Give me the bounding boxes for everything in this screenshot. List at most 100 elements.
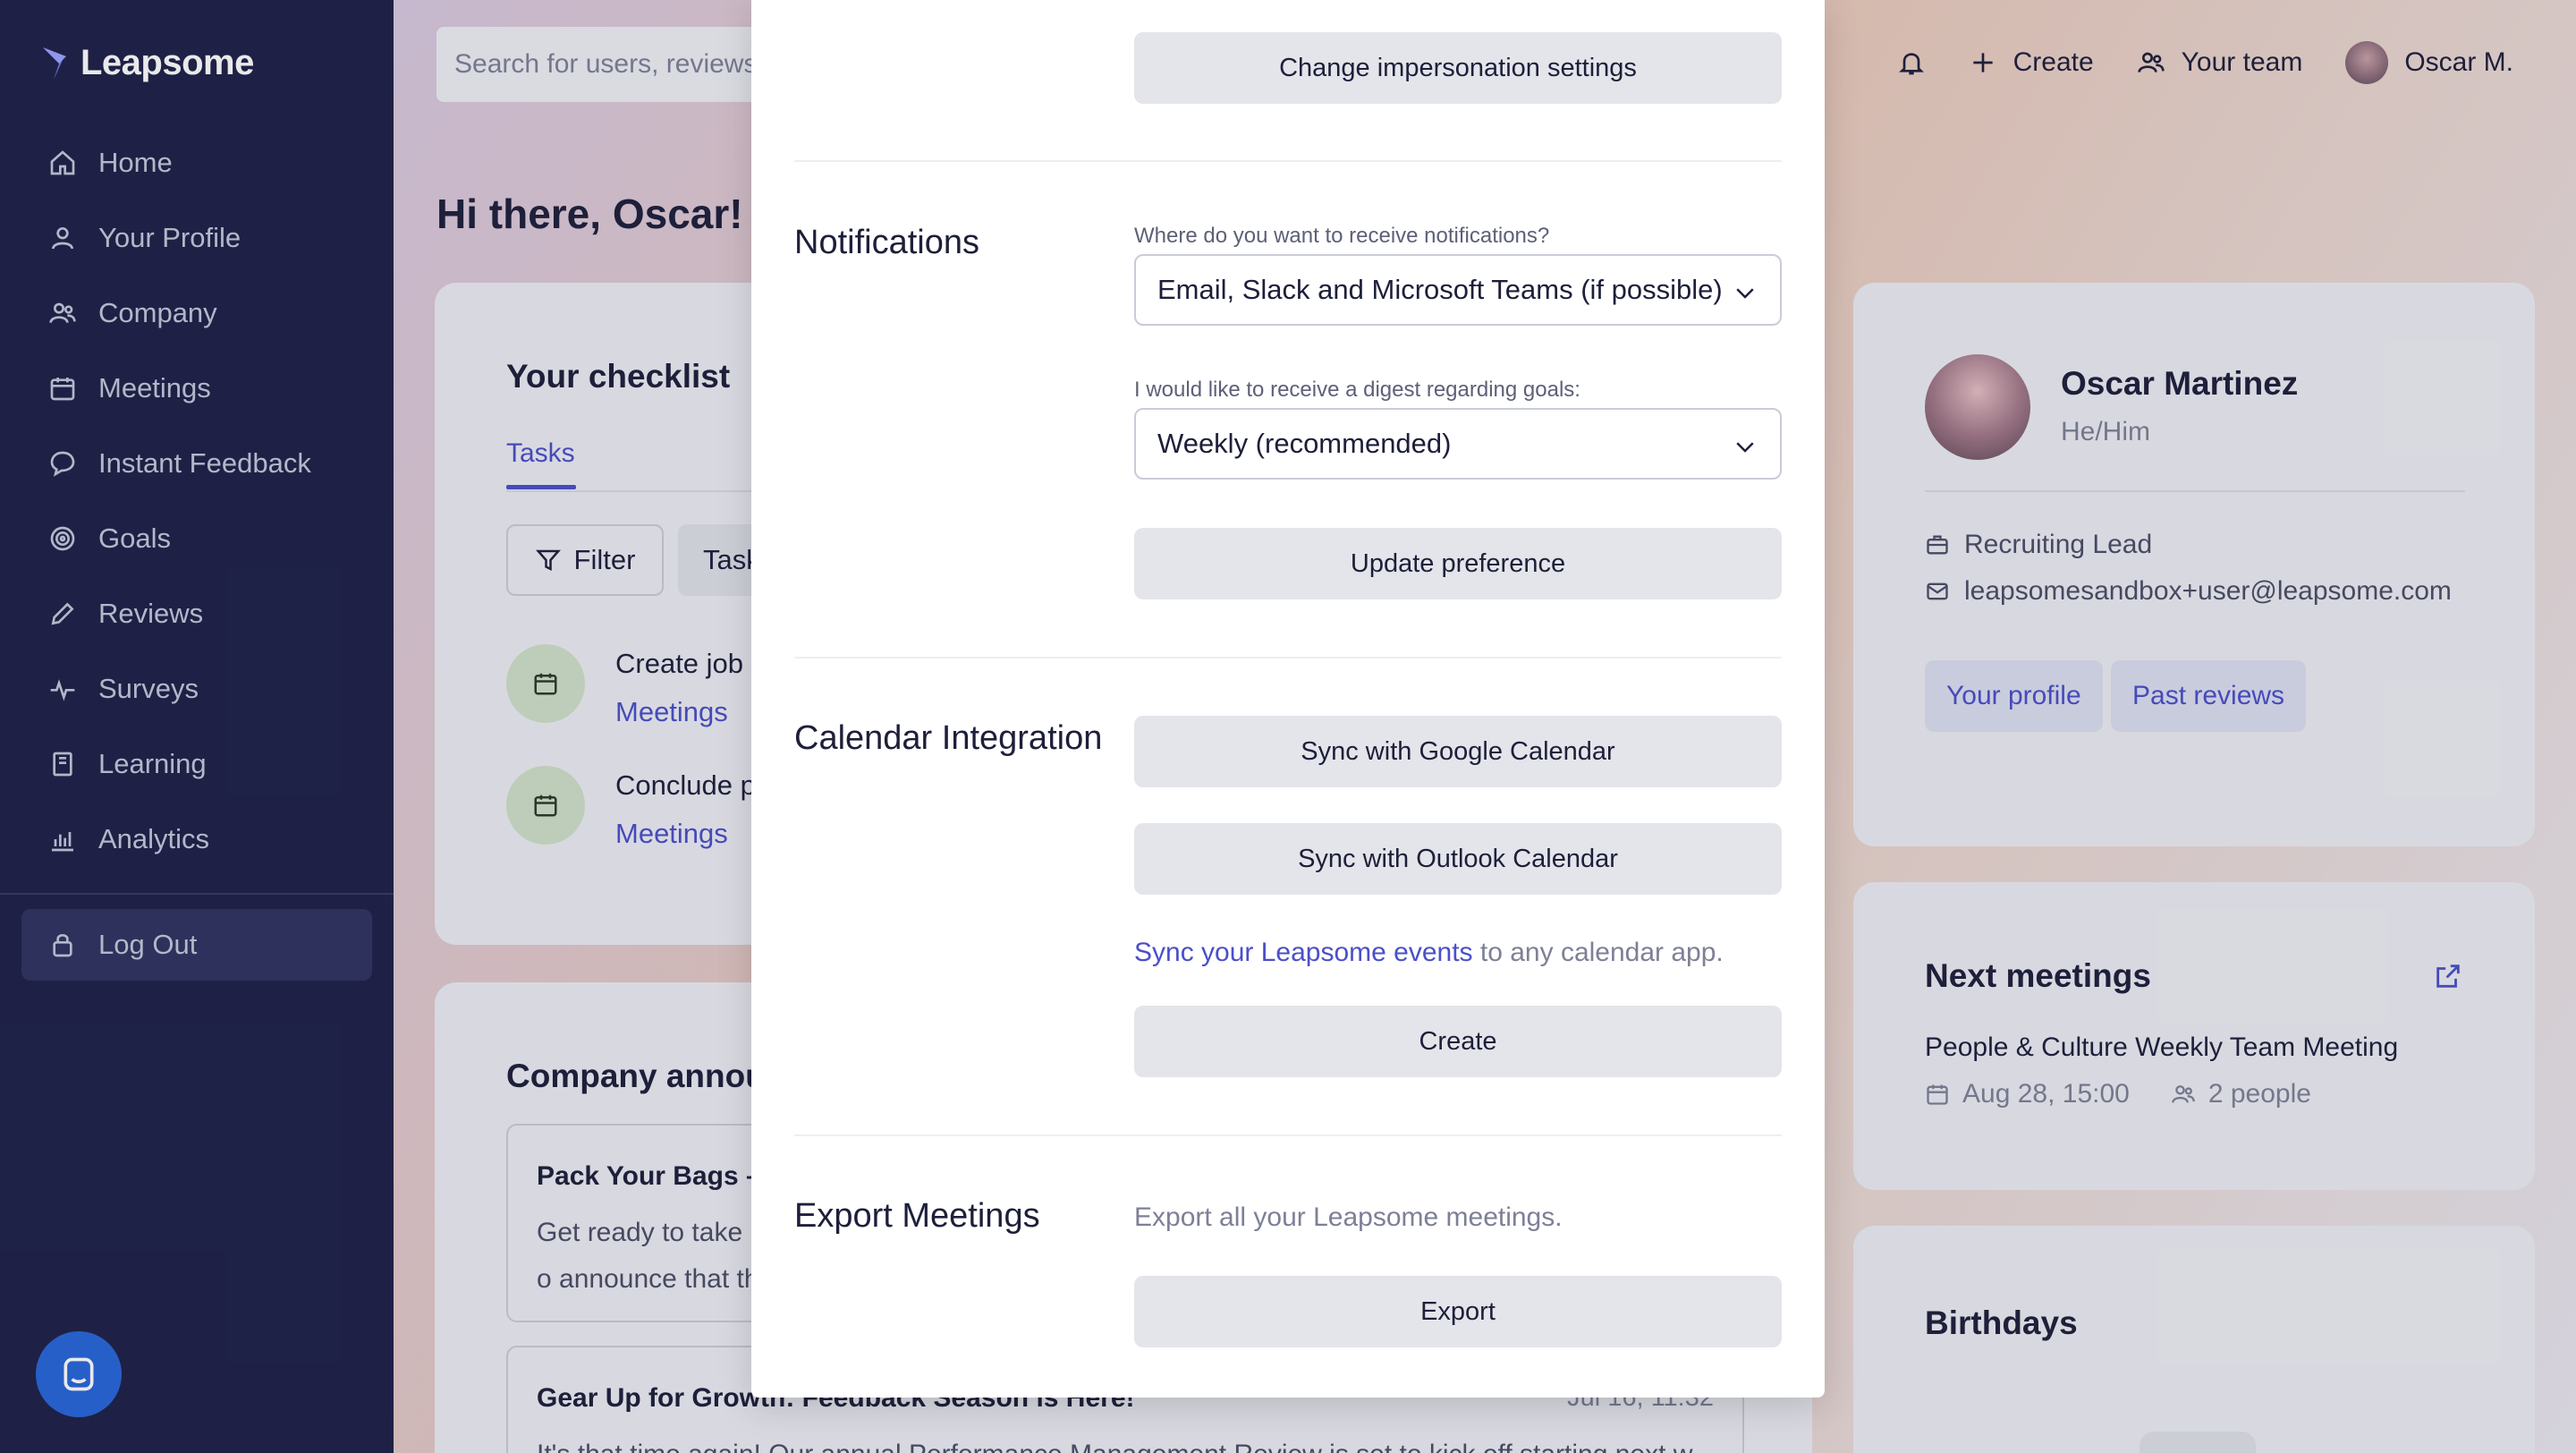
announcement-line: It's that time again! Our annual Perform… <box>537 1432 1692 1453</box>
sidebar-item-surveys[interactable]: Surveys <box>0 651 394 726</box>
task-category[interactable]: Meetings <box>615 696 758 728</box>
create-button[interactable]: Create <box>1969 47 2094 78</box>
task-title: Create job l <box>615 648 758 679</box>
pulse-icon <box>50 679 75 701</box>
mail-icon <box>1927 582 1948 600</box>
users-icon <box>2171 1085 2195 1103</box>
sync-google-label: Sync with Google Calendar <box>1301 736 1615 766</box>
sync-events-link[interactable]: Sync your Leapsome events <box>1134 938 1473 967</box>
sidebar-item-analytics[interactable]: Analytics <box>0 802 394 877</box>
task-category[interactable]: Meetings <box>615 818 756 850</box>
sync-google-calendar-button[interactable]: Sync with Google Calendar <box>1134 716 1782 787</box>
chart-icon <box>52 832 73 852</box>
sidebar-item-meetings[interactable]: Meetings <box>0 351 394 426</box>
user-icon <box>52 227 73 250</box>
tab-active-indicator <box>506 485 576 489</box>
list-item[interactable]: Create job l Meetings <box>506 644 758 728</box>
sidebar-item-company[interactable]: Company <box>0 276 394 351</box>
sync-events-rest: to any calendar app. <box>1472 938 1724 967</box>
profile-role: Recruiting Lead <box>1925 530 2152 560</box>
change-impersonation-button[interactable]: Change impersonation settings <box>1134 32 1782 104</box>
your-profile-button[interactable]: Your profile <box>1925 660 2103 732</box>
sidebar-item-goals[interactable]: Goals <box>0 501 394 576</box>
sidebar: Leapsome Home Your Profile Company Meeti… <box>0 0 394 1453</box>
announcement-body: Get ready to take o announce that th <box>537 1210 759 1303</box>
user-menu[interactable]: Oscar M. <box>2345 41 2513 84</box>
logo[interactable]: Leapsome <box>39 43 254 83</box>
task-text: Create job l Meetings <box>615 644 758 728</box>
users-icon <box>2138 52 2165 73</box>
announcement-line: o announce that th <box>537 1264 759 1294</box>
update-preference-button[interactable]: Update preference <box>1134 528 1782 599</box>
sidebar-item-reviews[interactable]: Reviews <box>0 576 394 651</box>
logout-button[interactable]: Log Out <box>21 909 372 981</box>
avatar <box>2345 41 2389 84</box>
notifications-label: Where do you want to receive notificatio… <box>1134 224 1550 248</box>
sidebar-item-label: Learning <box>98 748 207 779</box>
digest-label: I would like to receive a digest regardi… <box>1134 378 1580 402</box>
birthday-placeholder <box>2140 1432 2256 1453</box>
calendar-icon <box>1927 1084 1948 1105</box>
next-meetings-card: Next meetings People & Culture Weekly Te… <box>1853 882 2535 1190</box>
sidebar-item-learning[interactable]: Learning <box>0 726 394 802</box>
create-calendar-label: Create <box>1419 1026 1497 1056</box>
digest-select-value: Weekly (recommended) <box>1157 428 1452 459</box>
next-meetings-title: Next meetings <box>1925 957 2151 994</box>
chat-launcher-icon <box>64 1357 94 1391</box>
your-team-button[interactable]: Your team <box>2137 47 2303 78</box>
chat-launcher-button[interactable] <box>36 1331 122 1417</box>
digest-select[interactable]: Weekly (recommended) <box>1134 408 1782 480</box>
section-divider <box>794 1134 1782 1136</box>
checklist-title: Your checklist <box>506 358 731 395</box>
create-label: Create <box>2012 47 2094 77</box>
leapsome-logo-icon <box>43 47 66 80</box>
sidebar-item-label: Goals <box>98 523 171 554</box>
export-label: Export <box>1420 1296 1496 1326</box>
export-description: Export all your Leapsome meetings. <box>1134 1202 1563 1232</box>
announcements-title: Company annou <box>506 1058 766 1094</box>
export-button[interactable]: Export <box>1134 1276 1782 1347</box>
notifications-select[interactable]: Email, Slack and Microsoft Teams (if pos… <box>1134 254 1782 326</box>
calendar-icon <box>50 378 75 401</box>
sidebar-item-home[interactable]: Home <box>0 125 394 200</box>
home-icon <box>50 150 75 175</box>
section-divider <box>794 657 1782 659</box>
open-meetings-button[interactable] <box>2433 961 2463 996</box>
profile-email-text: leapsomesandbox+user@leapsome.com <box>1964 576 2452 606</box>
sidebar-item-your-profile[interactable]: Your Profile <box>0 200 394 276</box>
sync-outlook-calendar-button[interactable]: Sync with Outlook Calendar <box>1134 823 1782 895</box>
list-item[interactable]: Conclude p Meetings <box>506 766 756 850</box>
calendar-icon <box>534 794 557 817</box>
tab-tasks[interactable]: Tasks <box>506 438 575 469</box>
your-team-label: Your team <box>2181 47 2303 77</box>
logo-text: Leapsome <box>80 43 254 82</box>
calendar-integration-heading: Calendar Integration <box>794 719 1103 757</box>
plus-icon <box>1972 53 1993 72</box>
announcement-line: Get ready to take <box>537 1218 743 1247</box>
sidebar-item-instant-feedback[interactable]: Instant Feedback <box>0 426 394 501</box>
top-actions: Create Your team Oscar M. <box>1897 36 2513 89</box>
sync-calendar-text: Sync your Leapsome events to any calenda… <box>1134 938 1724 968</box>
sidebar-item-label: Surveys <box>98 673 199 704</box>
create-calendar-link-button[interactable]: Create <box>1134 1006 1782 1077</box>
meeting-meta: Aug 28, 15:00 2 people <box>1925 1079 2311 1109</box>
external-link-icon <box>2436 964 2460 988</box>
sidebar-item-label: Meetings <box>98 372 211 404</box>
past-reviews-button[interactable]: Past reviews <box>2111 660 2307 732</box>
filter-icon <box>535 549 561 572</box>
notifications-button[interactable] <box>1897 48 1926 77</box>
sidebar-item-label: Analytics <box>98 823 210 854</box>
bell-icon <box>1898 53 1924 75</box>
filter-button[interactable]: Filter <box>506 524 664 596</box>
task-icon <box>506 766 585 845</box>
calendar-icon <box>534 673 557 695</box>
chevron-down-icon <box>1732 433 1758 467</box>
sidebar-item-label: Your Profile <box>98 222 242 253</box>
update-preference-label: Update preference <box>1350 548 1566 578</box>
section-divider <box>794 160 1782 162</box>
meeting-name[interactable]: People & Culture Weekly Team Meeting <box>1925 1032 2398 1063</box>
profile-role-text: Recruiting Lead <box>1964 530 2153 559</box>
page-greeting: Hi there, Oscar! <box>436 191 743 237</box>
sidebar-item-label: Reviews <box>98 598 204 629</box>
announcement-title: Pack Your Bags – <box>537 1161 761 1191</box>
